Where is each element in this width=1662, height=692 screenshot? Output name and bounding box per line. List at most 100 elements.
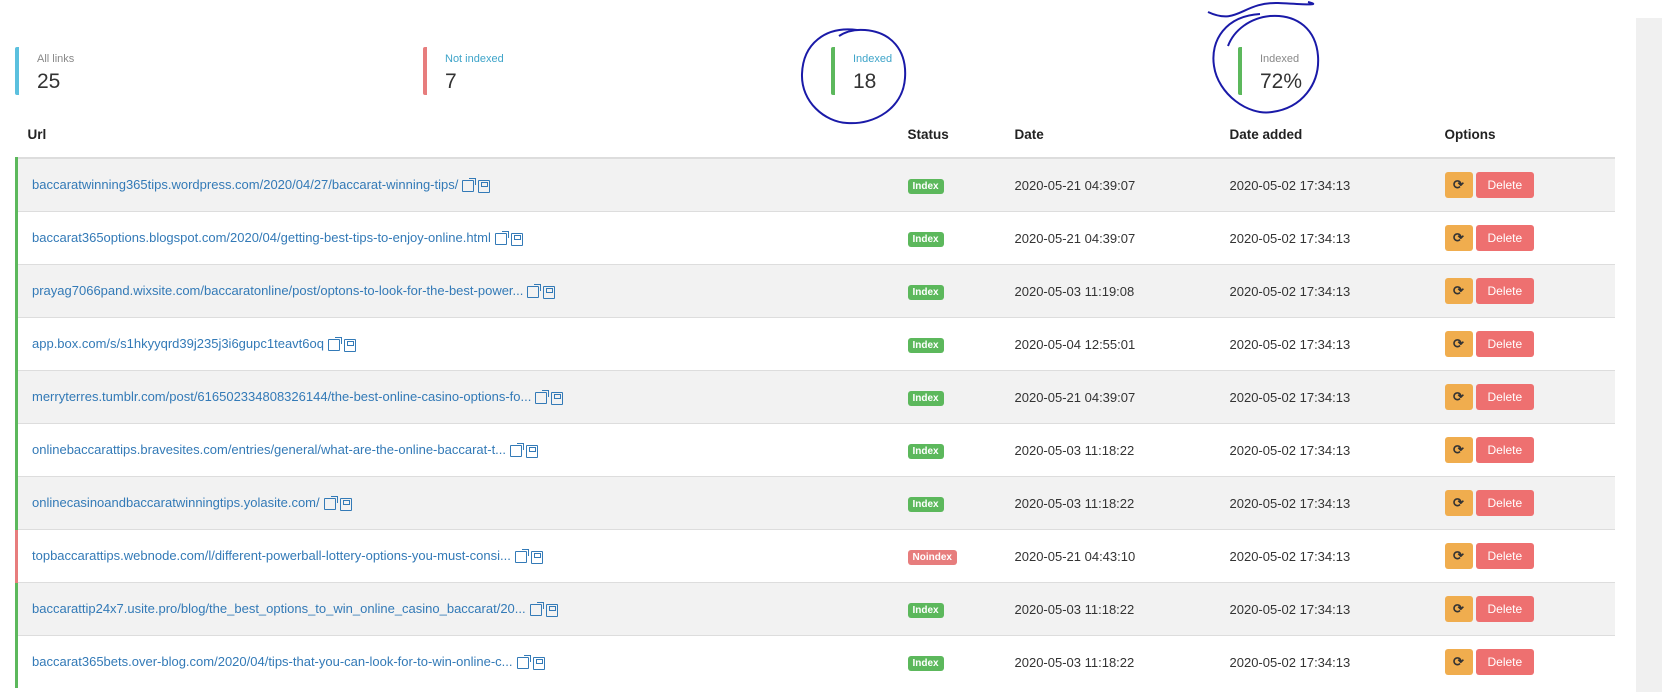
links-table-body: baccaratwinning365tips.wordpress.com/202… (15, 157, 1615, 688)
refresh-button[interactable]: ⟳ (1444, 278, 1473, 304)
url-link[interactable]: app.box.com/s/s1hkyyqrd39j235j3i6gupc1te… (32, 336, 324, 351)
date-cell: 2020-05-04 12:55:01 (1014, 317, 1230, 371)
external-link-icon[interactable] (323, 496, 338, 511)
stat-all-links-value: 25 (37, 70, 61, 93)
table-row: baccarat365options.blogspot.com/2020/04/… (15, 211, 1615, 265)
external-link-icon[interactable] (516, 655, 531, 670)
url-link[interactable]: onlinecasinoandbaccaratwinningtips.yolas… (32, 495, 320, 510)
stat-indexed-label: Indexed (853, 53, 893, 65)
status-badge: Index (907, 443, 944, 459)
date-added-cell: 2020-05-02 17:34:13 (1229, 211, 1445, 265)
url-link[interactable]: baccarat365options.blogspot.com/2020/04/… (32, 230, 491, 245)
status-badge: Index (907, 602, 944, 618)
stat-all-links-label: All links (37, 53, 75, 65)
table-row: onlinebaccarattips.bravesites.com/entrie… (15, 423, 1615, 477)
date-added-cell: 2020-05-02 17:34:13 (1229, 157, 1445, 212)
delete-button[interactable]: Delete (1475, 384, 1535, 410)
external-link-icon[interactable] (529, 602, 544, 617)
table-row: baccarattip24x7.usite.pro/blog/the_best_… (15, 582, 1615, 636)
url-link[interactable]: baccarat365bets.over-blog.com/2020/04/ti… (32, 654, 513, 669)
date-cell: 2020-05-21 04:43:10 (1014, 529, 1230, 583)
table-row: onlinecasinoandbaccaratwinningtips.yolas… (15, 476, 1615, 530)
delete-button[interactable]: Delete (1475, 490, 1535, 516)
table-row: merryterres.tumblr.com/post/616502334808… (15, 370, 1615, 424)
date-added-cell: 2020-05-02 17:34:13 (1229, 423, 1445, 477)
refresh-button[interactable]: ⟳ (1444, 649, 1473, 675)
external-link-icon[interactable] (535, 390, 550, 405)
save-icon[interactable] (339, 497, 352, 511)
table-row: baccarat365bets.over-blog.com/2020/04/ti… (15, 635, 1615, 688)
date-cell: 2020-05-03 11:18:22 (1014, 582, 1230, 636)
refresh-button[interactable]: ⟳ (1444, 172, 1473, 198)
save-icon[interactable] (551, 391, 564, 405)
refresh-button[interactable]: ⟳ (1444, 437, 1473, 463)
url-link[interactable]: topbaccarattips.webnode.com/l/different-… (32, 548, 511, 563)
header-status[interactable]: Status (907, 112, 1015, 159)
status-badge: Index (907, 284, 944, 300)
date-cell: 2020-05-03 11:18:22 (1014, 635, 1230, 688)
external-link-icon[interactable] (327, 337, 342, 352)
links-table: Url Status Date Date added Options bacca… (15, 112, 1615, 688)
url-link[interactable]: prayag7066pand.wixsite.com/baccaratonlin… (32, 283, 523, 298)
stat-indexed-value: 18 (853, 70, 877, 93)
delete-button[interactable]: Delete (1475, 543, 1535, 569)
refresh-button[interactable]: ⟳ (1444, 384, 1473, 410)
refresh-button[interactable]: ⟳ (1444, 225, 1473, 251)
table-row: prayag7066pand.wixsite.com/baccaratonlin… (15, 264, 1615, 318)
header-options: Options (1444, 112, 1615, 159)
stat-indexed-percent: Indexed 72% (1238, 47, 1302, 95)
date-added-cell: 2020-05-02 17:34:13 (1229, 635, 1445, 688)
url-link[interactable]: baccaratwinning365tips.wordpress.com/202… (32, 177, 458, 192)
date-added-cell: 2020-05-02 17:34:13 (1229, 317, 1445, 371)
save-icon[interactable] (530, 550, 543, 564)
table-row: baccaratwinning365tips.wordpress.com/202… (15, 157, 1615, 212)
save-icon[interactable] (532, 656, 545, 670)
stat-indexed-percent-label: Indexed (1260, 53, 1300, 65)
date-cell: 2020-05-03 11:19:08 (1014, 264, 1230, 318)
external-link-icon[interactable] (494, 231, 509, 246)
table-row: topbaccarattips.webnode.com/l/different-… (15, 529, 1615, 583)
save-icon[interactable] (526, 444, 539, 458)
save-icon[interactable] (478, 179, 491, 193)
status-badge: Index (907, 655, 944, 671)
status-badge: Index (907, 231, 944, 247)
delete-button[interactable]: Delete (1475, 331, 1535, 357)
date-added-cell: 2020-05-02 17:34:13 (1229, 582, 1445, 636)
save-icon[interactable] (545, 603, 558, 617)
url-link[interactable]: baccarattip24x7.usite.pro/blog/the_best_… (32, 601, 526, 616)
external-link-icon[interactable] (462, 178, 477, 193)
delete-button[interactable]: Delete (1475, 225, 1535, 251)
external-link-icon[interactable] (510, 443, 525, 458)
status-badge: Index (907, 390, 944, 406)
delete-button[interactable]: Delete (1475, 172, 1535, 198)
header-url[interactable]: Url (16, 112, 908, 159)
url-link[interactable]: merryterres.tumblr.com/post/616502334808… (32, 389, 531, 404)
date-added-cell: 2020-05-02 17:34:13 (1229, 264, 1445, 318)
delete-button[interactable]: Delete (1475, 437, 1535, 463)
refresh-button[interactable]: ⟳ (1444, 543, 1473, 569)
stat-all-links: All links 25 (15, 47, 74, 95)
table-row: app.box.com/s/s1hkyyqrd39j235j3i6gupc1te… (15, 317, 1615, 371)
refresh-button[interactable]: ⟳ (1444, 596, 1473, 622)
date-cell: 2020-05-21 04:39:07 (1014, 370, 1230, 424)
stat-not-indexed-label: Not indexed (445, 53, 504, 65)
date-added-cell: 2020-05-02 17:34:13 (1229, 476, 1445, 530)
save-icon[interactable] (510, 232, 523, 246)
external-link-icon[interactable] (527, 284, 542, 299)
save-icon[interactable] (343, 338, 356, 352)
delete-button[interactable]: Delete (1475, 649, 1535, 675)
date-cell: 2020-05-21 04:39:07 (1014, 211, 1230, 265)
date-cell: 2020-05-21 04:39:07 (1014, 157, 1230, 212)
delete-button[interactable]: Delete (1475, 596, 1535, 622)
refresh-button[interactable]: ⟳ (1444, 490, 1473, 516)
refresh-button[interactable]: ⟳ (1444, 331, 1473, 357)
delete-button[interactable]: Delete (1475, 278, 1535, 304)
date-added-cell: 2020-05-02 17:34:13 (1229, 529, 1445, 583)
save-icon[interactable] (543, 285, 556, 299)
external-link-icon[interactable] (514, 549, 529, 564)
header-date-added[interactable]: Date added (1229, 112, 1445, 159)
vertical-scrollbar[interactable] (1636, 18, 1662, 692)
url-link[interactable]: onlinebaccarattips.bravesites.com/entrie… (32, 442, 506, 457)
status-badge: Index (907, 178, 944, 194)
header-date[interactable]: Date (1014, 112, 1230, 159)
